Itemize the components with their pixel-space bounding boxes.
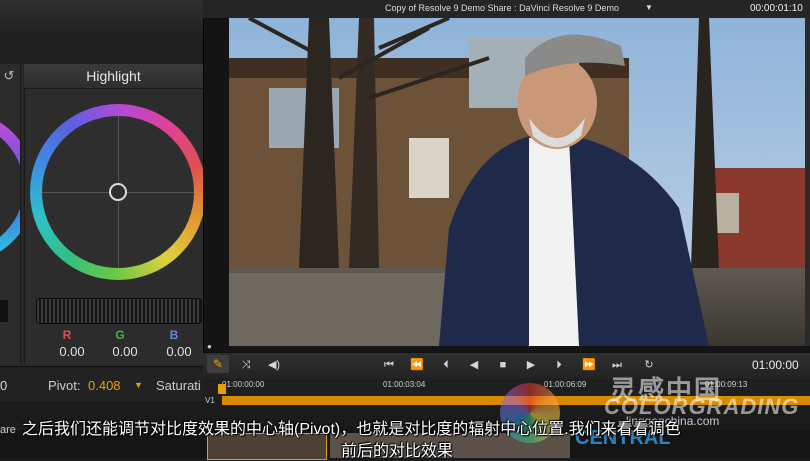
video-image [229, 18, 805, 346]
play-icon[interactable]: ▶ [522, 356, 540, 374]
step-back-icon[interactable]: ⏴ [437, 356, 455, 374]
speaker-icon[interactable]: ◀) [265, 356, 283, 374]
ruler-timecode: 01:00:03:04 [383, 380, 426, 389]
pencil-icon[interactable]: ✎ [207, 355, 229, 373]
highlight-color-wheel[interactable] [30, 104, 206, 280]
subtitle-line-1: 之后我们还能调节对比度效果的中心轴(Pivot)，也就是对比度的辐射中心位置.我… [22, 421, 681, 438]
g-channel-label: G [115, 328, 125, 342]
ruler-timecode: 01:00:00:00 [222, 380, 265, 389]
viewer-timecode: 00:00:01:10 [750, 3, 803, 14]
viewer-scrollbar[interactable] [805, 18, 810, 346]
subtitle-line-2: 前后的对比效果 [341, 443, 454, 460]
share-label: are [0, 424, 16, 436]
g-channel-value[interactable]: 0.00 [105, 344, 145, 359]
playhead[interactable] [218, 384, 226, 394]
fast-forward-icon[interactable]: ⏩ [580, 356, 598, 374]
shuffle-icon[interactable]: ⤨ [237, 356, 255, 374]
highlight-title: Highlight [86, 68, 141, 84]
step-forward-icon[interactable]: ⏵ [550, 356, 568, 374]
pivot-value[interactable]: 0.408 [88, 378, 121, 393]
highlight-master-ring[interactable] [36, 298, 202, 324]
color-panel-shade [0, 34, 203, 64]
pivot-dropdown-icon[interactable]: ▼ [134, 380, 143, 390]
transport-timecode: 01:00:00 [752, 358, 799, 372]
video-frame [229, 18, 805, 346]
play-reverse-icon[interactable]: ◀ [465, 356, 483, 374]
ruler-timecode: 01:00:06:09 [544, 380, 587, 389]
playhead-marker-icon[interactable]: ● [207, 342, 212, 351]
project-title[interactable]: Copy of Resolve 9 Demo Share : DaVinci R… [385, 3, 619, 13]
previous-color-wheel[interactable] [0, 112, 20, 262]
stop-icon[interactable]: ■ [494, 356, 512, 374]
reset-icon[interactable]: ↺ [2, 68, 16, 84]
jump-start-icon[interactable]: ⏮ [380, 356, 398, 374]
b-channel-label: B [169, 328, 179, 342]
wheel-puck[interactable] [109, 183, 127, 201]
track-label: V1 [205, 396, 215, 405]
b-channel-value[interactable]: 0.00 [159, 344, 199, 359]
saturation-label: Saturati [156, 378, 201, 393]
r-channel-label: R [62, 328, 72, 342]
r-channel-value[interactable]: 0.00 [52, 344, 92, 359]
pivot-label: Pivot: [48, 378, 81, 393]
rewind-icon[interactable]: ⏪ [408, 356, 426, 374]
previous-master-ring[interactable] [0, 300, 8, 322]
contrast-value[interactable]: 0 [0, 378, 7, 393]
color-panel-top-bar [0, 0, 203, 35]
project-dropdown-icon[interactable]: ▼ [645, 3, 653, 12]
